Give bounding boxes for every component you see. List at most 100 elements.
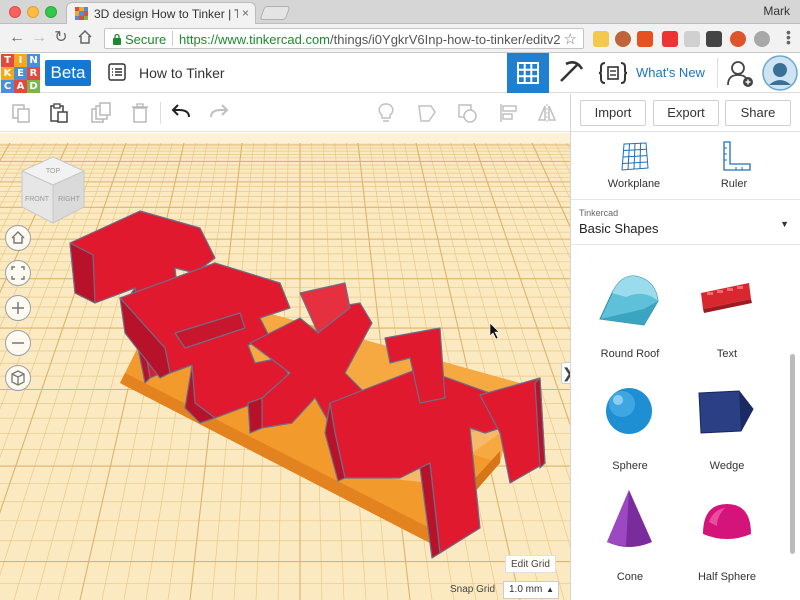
snap-grid-label: Snap Grid <box>450 584 496 595</box>
export-button[interactable]: Export <box>653 100 719 126</box>
home-view-button[interactable] <box>5 225 31 251</box>
view-cube[interactable]: TOP FRONT RIGHT <box>16 153 90 227</box>
shapes-panel: Import Export Share Workplane Ruler Tink… <box>570 94 800 600</box>
reload-icon[interactable]: ↻ <box>52 29 70 47</box>
fit-view-button[interactable] <box>5 260 31 286</box>
mirror-icon[interactable] <box>536 102 558 124</box>
share-button[interactable]: Share <box>725 100 791 126</box>
wedge-icon <box>698 390 754 434</box>
snap-grid-select[interactable]: 1.0 mm ▲ <box>503 581 559 599</box>
minimize-window-button[interactable] <box>27 6 39 18</box>
design-list-icon[interactable] <box>108 63 126 81</box>
browser-tab[interactable]: 3D design How to Tinker | Tink × <box>66 2 256 24</box>
extension-avatar-icon[interactable] <box>615 31 631 47</box>
tinkercad-logo[interactable]: TINKERCAD <box>1 54 40 93</box>
url-input[interactable]: Secure https://www.tinkercad.com/things/… <box>104 28 584 49</box>
3d-view-button[interactable] <box>507 53 549 93</box>
ungroup-icon[interactable] <box>456 102 478 124</box>
shape-label: Cone <box>616 571 644 583</box>
ruler-icon <box>723 141 751 171</box>
panel-scrollbar[interactable] <box>790 354 795 554</box>
design-title[interactable]: How to Tinker <box>139 65 225 81</box>
shape-label: Sphere <box>612 460 648 472</box>
whats-new-link[interactable]: What's New <box>636 65 705 80</box>
avatar-icon <box>762 55 798 91</box>
lock-icon <box>113 33 121 45</box>
ruler-tool[interactable]: Ruler <box>694 138 774 194</box>
align-icon[interactable] <box>498 102 520 124</box>
zoom-in-button[interactable] <box>5 295 31 321</box>
logo-letter: T <box>1 54 14 67</box>
import-button[interactable]: Import <box>580 100 646 126</box>
logo-letter: A <box>14 80 27 93</box>
url-path: /things/i0YgkrV6Inp-how-to-tinker/editv2 <box>330 32 561 47</box>
extension-gray-icon[interactable] <box>754 31 770 47</box>
extension-dark-icon[interactable] <box>706 31 722 47</box>
add-user-button[interactable] <box>720 53 762 93</box>
secure-label: Secure <box>125 32 167 47</box>
forward-arrow-icon[interactable]: → <box>30 29 48 47</box>
close-window-button[interactable] <box>9 6 21 18</box>
shape-label: Round Roof <box>600 348 660 360</box>
copy-icon[interactable] <box>10 102 32 124</box>
ortho-view-button[interactable] <box>5 365 31 391</box>
shape-cone[interactable]: Cone <box>582 482 678 592</box>
shape-text[interactable]: Text <box>679 259 775 369</box>
home-view-icon <box>11 231 25 244</box>
shape-sphere[interactable]: Sphere <box>582 371 678 481</box>
logo-letter: E <box>14 67 27 80</box>
shape-label: Half Sphere <box>697 571 757 583</box>
grid-view-icon <box>517 62 539 84</box>
caret-up-icon: ▲ <box>546 585 554 594</box>
home-icon[interactable] <box>76 29 94 50</box>
tab-close-icon[interactable]: × <box>242 6 249 20</box>
extension-orange-icon[interactable] <box>730 31 746 47</box>
extension-s-icon[interactable] <box>593 31 609 47</box>
shape-wedge[interactable]: Wedge <box>679 371 775 481</box>
toolbar-divider <box>160 102 161 124</box>
header-divider <box>717 58 718 88</box>
browser-menu-icon[interactable]: • • • <box>786 25 791 49</box>
library-select[interactable]: Tinkercad Basic Shapes ▼ <box>571 199 800 245</box>
office-extension-icon[interactable] <box>637 31 653 47</box>
logo-letter: D <box>27 80 40 93</box>
round-roof-icon <box>599 275 659 326</box>
bookmark-star-icon[interactable]: ☆ <box>564 30 577 48</box>
light-bulb-icon[interactable] <box>375 102 397 124</box>
blocks-pickaxe-button[interactable] <box>550 53 592 93</box>
group-shape-icon[interactable] <box>416 102 438 124</box>
new-tab-button[interactable] <box>259 6 291 20</box>
trash-icon[interactable] <box>129 102 151 124</box>
user-avatar[interactable] <box>760 53 800 93</box>
workplane-canvas[interactable]: TOP FRONT RIGHT <box>0 133 570 600</box>
workplane-label: Workplane <box>607 178 661 190</box>
minus-icon <box>12 342 24 344</box>
shape-round-roof[interactable]: Round Roof <box>582 259 678 369</box>
codeblocks-button[interactable] <box>592 53 634 93</box>
cone-icon <box>607 490 652 547</box>
extension-red-icon[interactable] <box>662 31 678 47</box>
back-arrow-icon[interactable]: ← <box>8 29 26 47</box>
shape-label: Wedge <box>709 460 745 472</box>
duplicate-icon[interactable] <box>90 102 112 124</box>
undo-icon[interactable] <box>170 102 192 124</box>
extension-g-icon[interactable] <box>684 31 700 47</box>
viewcube-right-label: RIGHT <box>58 196 81 203</box>
zoom-out-button[interactable] <box>5 330 31 356</box>
profile-name[interactable]: Mark <box>763 4 790 18</box>
maximize-window-button[interactable] <box>45 6 57 18</box>
ruler-label: Ruler <box>720 178 748 190</box>
snap-grid-value: 1.0 mm <box>509 584 543 595</box>
half-sphere-icon <box>703 504 751 539</box>
beta-badge[interactable]: Beta <box>45 60 91 86</box>
workplane-tool[interactable]: Workplane <box>594 138 674 194</box>
viewcube-front-label: FRONT <box>25 196 50 203</box>
edit-grid-button[interactable]: Edit Grid <box>505 555 556 573</box>
url-text: https://www.tinkercad.com/things/i0YgkrV… <box>179 32 561 47</box>
caret-down-icon: ▼ <box>780 219 789 229</box>
redo-icon[interactable] <box>208 102 230 124</box>
logo-letter: R <box>27 67 40 80</box>
edit-toolbar <box>0 94 570 132</box>
shape-half-sphere[interactable]: Half Sphere <box>679 482 775 592</box>
paste-icon[interactable] <box>48 102 70 124</box>
